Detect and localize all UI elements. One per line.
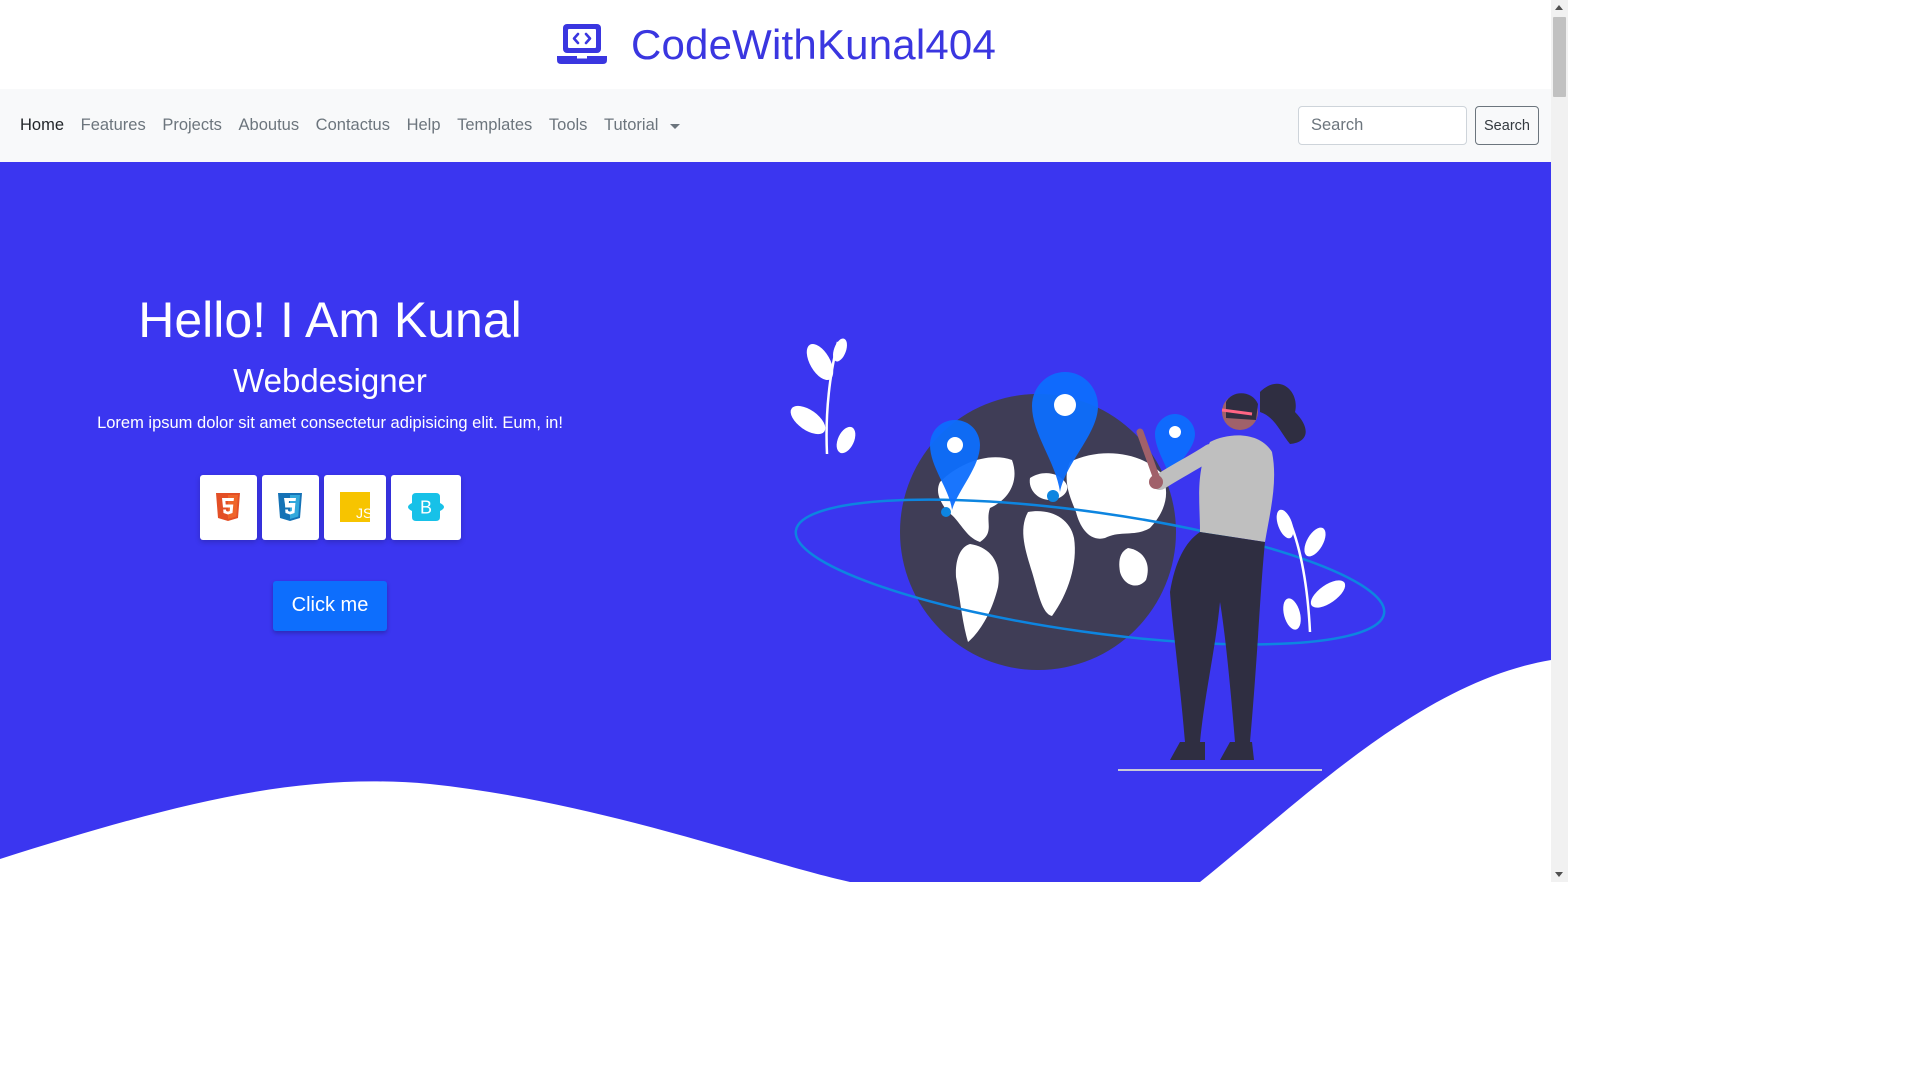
svg-text:JS: JS bbox=[356, 505, 370, 521]
javascript-icon: JS bbox=[339, 492, 370, 522]
hero-intro: Hello! I Am Kunal Webdesigner Lorem ipsu… bbox=[80, 292, 580, 631]
nav-tutorial-label: Tutorial bbox=[604, 116, 659, 134]
plant-left bbox=[790, 338, 856, 455]
javascript-badge: JS bbox=[323, 474, 386, 540]
plant-right bbox=[1276, 509, 1346, 633]
hero-section: Hello! I Am Kunal Webdesigner Lorem ipsu… bbox=[0, 162, 1551, 882]
navbar: Home Features Projects Aboutus Contactus… bbox=[0, 89, 1551, 162]
brand-header: CodeWithKunal404 bbox=[0, 0, 1551, 89]
bootstrap-icon: B bbox=[407, 493, 444, 521]
svg-text:B: B bbox=[419, 498, 431, 518]
nav-features[interactable]: Features bbox=[72, 116, 154, 135]
nav-projects[interactable]: Projects bbox=[154, 116, 230, 135]
hero-text: Lorem ipsum dolor sit amet consectetur a… bbox=[97, 413, 563, 432]
scroll-thumb[interactable] bbox=[1553, 17, 1566, 97]
vertical-scrollbar[interactable] bbox=[1551, 0, 1568, 882]
tech-badges: JS B bbox=[80, 474, 580, 540]
html5-icon bbox=[216, 493, 240, 521]
hero-heading: Hello! I Am Kunal bbox=[138, 292, 522, 348]
nav-home[interactable]: Home bbox=[20, 116, 72, 135]
bootstrap-badge: B bbox=[390, 474, 461, 540]
css3-icon bbox=[278, 493, 302, 521]
scroll-up-arrow-icon[interactable] bbox=[1555, 5, 1563, 10]
search-input[interactable] bbox=[1298, 106, 1467, 145]
click-me-button[interactable]: Click me bbox=[273, 580, 387, 631]
laptop-code-icon bbox=[556, 23, 607, 64]
nav-help[interactable]: Help bbox=[398, 116, 449, 135]
nav-tutorial-dropdown[interactable]: Tutorial bbox=[596, 116, 689, 135]
caret-down-icon bbox=[670, 124, 681, 129]
search-form: Search bbox=[1298, 106, 1539, 145]
nav-templates[interactable]: Templates bbox=[449, 116, 541, 135]
css3-badge bbox=[261, 474, 319, 540]
brand-title[interactable]: CodeWithKunal404 bbox=[631, 21, 996, 69]
nav-links: Home Features Projects Aboutus Contactus… bbox=[20, 116, 689, 135]
hero-subheading: Webdesigner bbox=[233, 361, 427, 399]
html5-badge bbox=[199, 474, 257, 540]
world-map-illustration bbox=[790, 338, 1386, 771]
search-button[interactable]: Search bbox=[1475, 106, 1539, 145]
nav-aboutus[interactable]: Aboutus bbox=[230, 116, 307, 135]
nav-contactus[interactable]: Contactus bbox=[307, 116, 398, 135]
nav-tools[interactable]: Tools bbox=[541, 116, 596, 135]
scroll-down-arrow-icon[interactable] bbox=[1555, 872, 1563, 877]
